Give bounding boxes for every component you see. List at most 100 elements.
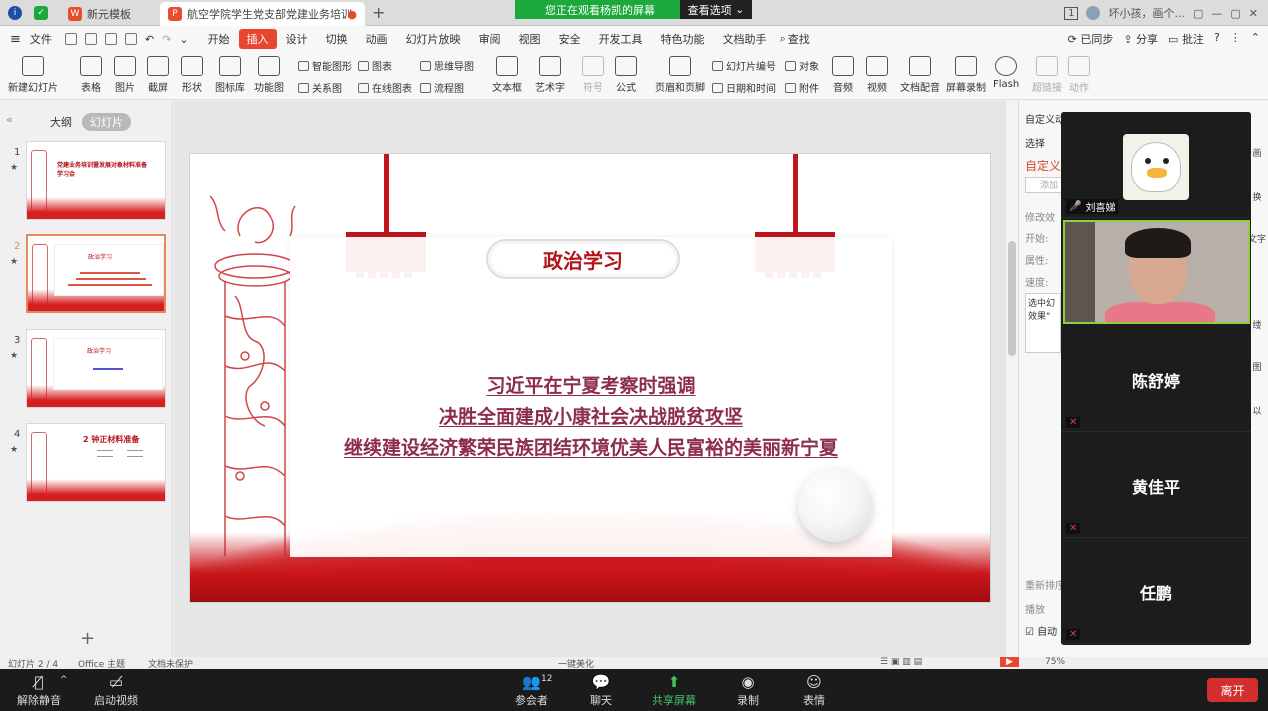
- info-icon[interactable]: i: [8, 6, 22, 20]
- picture-button[interactable]: 图片: [114, 56, 136, 94]
- collapse-ribbon-icon[interactable]: ⌃: [1251, 31, 1260, 47]
- maximize-icon[interactable]: ▢: [1230, 7, 1240, 20]
- slide-thumbnail-4[interactable]: 2 钟正材料准备: [26, 423, 166, 502]
- menu-item-review[interactable]: 审阅: [470, 31, 510, 47]
- slide-text-line[interactable]: 习近平在宁夏考察时强调: [290, 371, 892, 398]
- select-label[interactable]: 选择: [1025, 135, 1045, 150]
- action-button[interactable]: 动作: [1068, 56, 1090, 94]
- user-name[interactable]: 坏小孩，画个...: [1108, 5, 1185, 21]
- scrollbar-thumb[interactable]: [1008, 241, 1016, 356]
- save-icon[interactable]: [64, 33, 77, 45]
- function-chart-button[interactable]: 功能图: [254, 56, 284, 94]
- help-icon[interactable]: ?: [1214, 31, 1220, 47]
- more-icon[interactable]: ⋮: [1230, 31, 1241, 47]
- record-button[interactable]: ◉ 录制: [737, 672, 759, 708]
- new-slide-button[interactable]: 新建幻灯片: [8, 56, 58, 94]
- participant-tile[interactable]: 陈舒婷 ✕: [1061, 326, 1251, 432]
- menu-item-security[interactable]: 安全: [550, 31, 590, 47]
- audio-button[interactable]: 音频: [832, 56, 854, 94]
- collapse-panel-icon[interactable]: «: [6, 113, 13, 126]
- menu-item-features[interactable]: 特色功能: [652, 31, 714, 47]
- participant-tile[interactable]: 🎤̸ 刘喜娣: [1061, 112, 1251, 218]
- start-video-button[interactable]: ▭̸ 启动视频: [94, 672, 138, 708]
- menu-item-developer[interactable]: 开发工具: [590, 31, 652, 47]
- menu-item-slideshow[interactable]: 幻灯片放映: [397, 31, 470, 47]
- auto-preview-checkbox[interactable]: ☑ 自动: [1025, 623, 1057, 638]
- current-slide[interactable]: 政治学习 习近平在宁夏考察时强调 决胜全面建成小康社会决战脱贫攻坚 继续建设经济…: [189, 153, 991, 603]
- relation-button[interactable]: 关系图: [298, 80, 342, 95]
- close-window-icon[interactable]: ✕: [1249, 7, 1258, 20]
- tab-document[interactable]: P 航空学院学生党支部党建业务培训 ●: [160, 2, 365, 26]
- slide-thumbnail-2[interactable]: 政治学习: [26, 234, 166, 313]
- menu-item-transition[interactable]: 切换: [317, 31, 357, 47]
- symbol-button[interactable]: 符号: [582, 56, 604, 94]
- video-button[interactable]: 视频: [866, 56, 888, 94]
- slide-text-line[interactable]: 继续建设经济繁荣民族团结环境优美人民富裕的美丽新宁夏: [290, 433, 892, 460]
- page-count-badge[interactable]: 1: [1064, 6, 1079, 20]
- undo-icon[interactable]: ↶: [145, 33, 154, 46]
- attachment-button[interactable]: 附件: [785, 80, 819, 95]
- chat-button[interactable]: 💬 聊天: [590, 672, 612, 708]
- slide-title[interactable]: 政治学习: [486, 239, 680, 279]
- participants-button[interactable]: 👥 12 参会者: [515, 672, 552, 708]
- redo-icon[interactable]: ↷: [162, 33, 171, 46]
- participant-video-active[interactable]: 杨凯: [1063, 220, 1250, 324]
- flash-button[interactable]: Flash: [993, 56, 1019, 90]
- menu-item-assistant[interactable]: 文档助手: [714, 31, 776, 47]
- dropdown-icon[interactable]: ⌄: [179, 33, 188, 46]
- canvas-scrollbar[interactable]: [1006, 101, 1018, 657]
- annotate-button[interactable]: ▭ 批注: [1168, 31, 1204, 47]
- art-text-button[interactable]: 艺术字: [535, 56, 565, 94]
- screen-record-button[interactable]: 屏幕录制: [946, 56, 986, 94]
- object-button[interactable]: 对象: [785, 58, 819, 73]
- mindmap-button[interactable]: 思维导图: [420, 58, 474, 73]
- menu-file[interactable]: 文件: [21, 31, 61, 47]
- share-screen-button[interactable]: ⬆ 共享屏幕: [652, 672, 696, 708]
- date-time-button[interactable]: 日期和时间: [712, 80, 776, 95]
- menu-item-insert[interactable]: 插入: [238, 29, 277, 49]
- preview-icon[interactable]: [124, 33, 137, 45]
- tab-outline[interactable]: 大纲: [50, 114, 72, 130]
- smart-graphic-button[interactable]: 智能图形: [298, 58, 352, 73]
- hamburger-icon[interactable]: ≡: [10, 32, 21, 47]
- tab-template[interactable]: W 新元模板: [60, 2, 160, 26]
- zoom-level[interactable]: 75%: [1045, 657, 1065, 667]
- menu-item-home[interactable]: 开始: [199, 31, 239, 47]
- add-slide-icon[interactable]: +: [80, 628, 95, 649]
- minimize-icon[interactable]: —: [1211, 7, 1222, 20]
- formula-button[interactable]: 公式: [615, 56, 637, 94]
- participant-tile[interactable]: 黄佳平 ✕: [1061, 432, 1251, 538]
- share-button[interactable]: ⇪ 分享: [1123, 31, 1158, 47]
- sync-status[interactable]: ⟳ 已同步: [1068, 31, 1114, 47]
- table-button[interactable]: 表格: [80, 56, 102, 94]
- user-avatar[interactable]: [1086, 6, 1101, 20]
- slide-number-button[interactable]: 幻灯片编号: [712, 58, 776, 73]
- shield-icon[interactable]: ✓: [34, 6, 48, 20]
- online-chart-button[interactable]: 在线图表: [358, 80, 412, 95]
- restore-icon[interactable]: ▢: [1193, 7, 1203, 20]
- slide-thumbnail-1[interactable]: 党建业务培训暨发展对象材料准备学习会: [26, 141, 166, 220]
- reactions-button[interactable]: ☺ 表情: [803, 672, 825, 708]
- effect-list[interactable]: 选中幻 效果": [1025, 293, 1061, 353]
- menu-item-animation[interactable]: 动画: [357, 31, 397, 47]
- hyperlink-button[interactable]: 超链接: [1032, 56, 1062, 94]
- menu-item-design[interactable]: 设计: [277, 31, 317, 47]
- leave-button[interactable]: 离开: [1207, 678, 1258, 702]
- participant-tile[interactable]: 任鹏 ✕: [1061, 538, 1251, 644]
- view-normal-icon[interactable]: ☰ ▣ ▥ ▤: [880, 657, 922, 667]
- menu-item-view[interactable]: 视图: [510, 31, 550, 47]
- flowchart-button[interactable]: 流程图: [420, 80, 464, 95]
- audio-options-icon[interactable]: ^: [60, 675, 68, 685]
- play-slideshow-icon[interactable]: ▶: [1000, 657, 1019, 667]
- header-footer-button[interactable]: 页眉和页脚: [655, 56, 705, 94]
- slide-text-line[interactable]: 决胜全面建成小康社会决战脱贫攻坚: [290, 402, 892, 429]
- view-options-button[interactable]: 查看选项 ⌄: [680, 0, 752, 19]
- shape-button[interactable]: 形状: [181, 56, 203, 94]
- new-tab-icon[interactable]: +: [372, 3, 385, 22]
- icon-library-button[interactable]: 图标库: [215, 56, 245, 94]
- search-label[interactable]: 查找: [786, 31, 819, 47]
- chart-button[interactable]: 图表: [358, 58, 392, 73]
- play-button[interactable]: 播放: [1025, 601, 1045, 616]
- tab-slides[interactable]: 幻灯片: [82, 113, 131, 131]
- slide-thumbnail-3[interactable]: 政治学习: [26, 329, 166, 408]
